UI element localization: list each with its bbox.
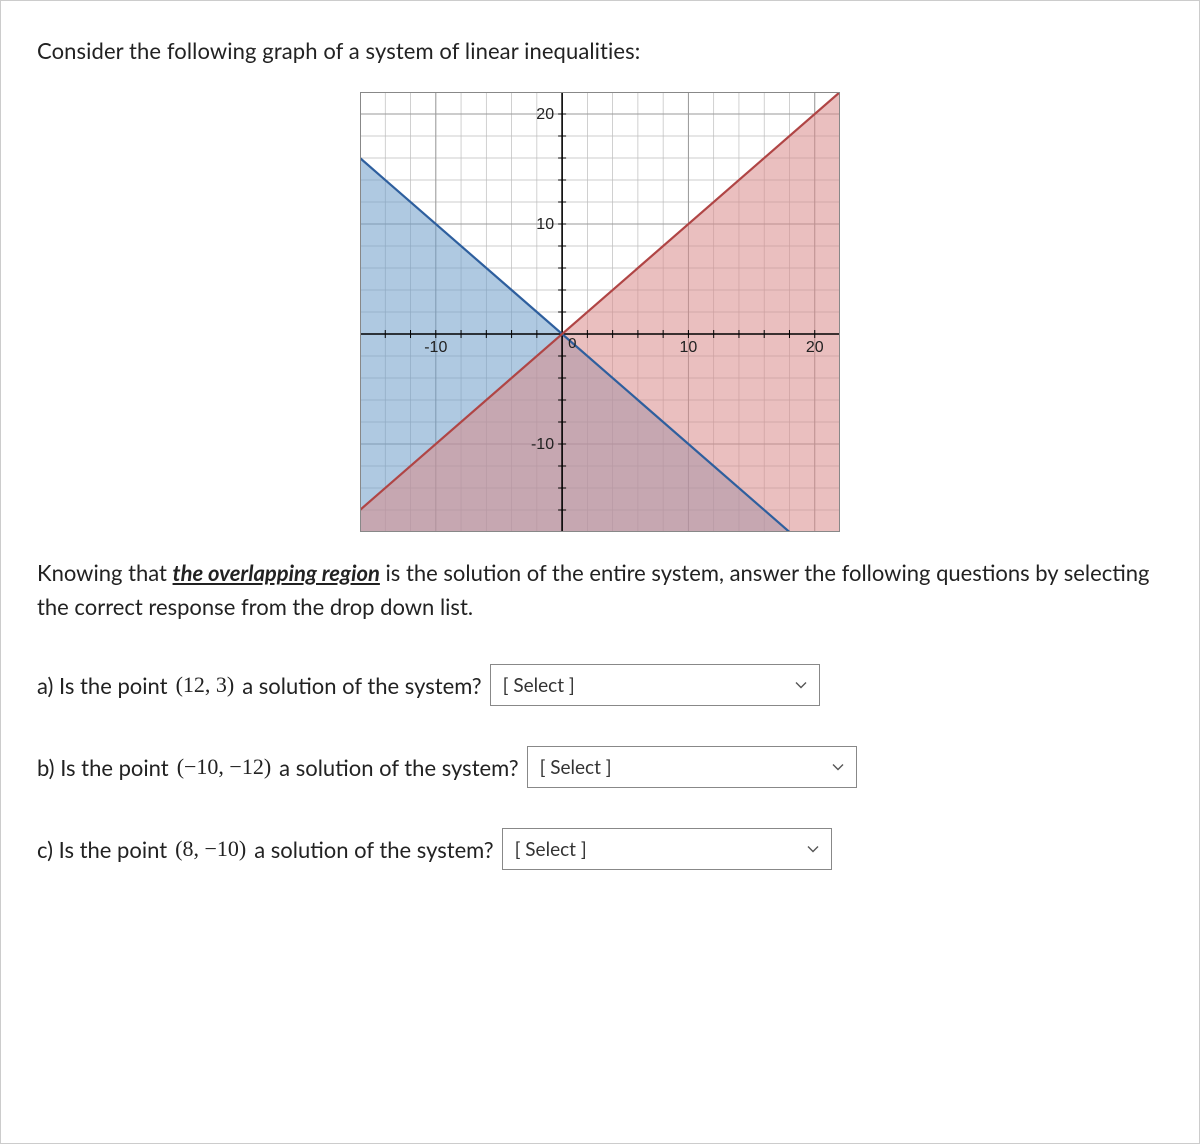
question-c-post: a solution of the system? bbox=[254, 836, 493, 863]
question-a-pre: a) Is the point bbox=[37, 672, 168, 699]
question-page: Consider the following graph of a system… bbox=[0, 0, 1200, 1144]
chart-svg: -10 0 10 20 -10 10 20 bbox=[360, 92, 840, 532]
question-c-point: (8, −10) bbox=[175, 836, 246, 862]
select-placeholder: [ Select ] bbox=[540, 756, 612, 779]
prompt-text: Consider the following graph of a system… bbox=[37, 37, 1163, 64]
chevron-down-icon bbox=[795, 679, 807, 691]
inequality-graph: -10 0 10 20 -10 10 20 bbox=[360, 92, 840, 536]
select-placeholder: [ Select ] bbox=[515, 838, 587, 861]
explain-pre: Knowing that bbox=[37, 559, 173, 586]
svg-text:10: 10 bbox=[536, 216, 554, 233]
question-b-row: b) Is the point (−10, −12) a solution of… bbox=[37, 746, 1163, 788]
question-c-select[interactable]: [ Select ] bbox=[502, 828, 832, 870]
select-placeholder: [ Select ] bbox=[503, 674, 575, 697]
question-a-post: a solution of the system? bbox=[242, 672, 481, 699]
svg-text:-10: -10 bbox=[424, 339, 447, 356]
question-b-post: a solution of the system? bbox=[279, 754, 518, 781]
question-b-point: (−10, −12) bbox=[177, 754, 271, 780]
question-c-row: c) Is the point (8, −10) a solution of t… bbox=[37, 828, 1163, 870]
explain-emphasis: the overlapping region bbox=[173, 559, 380, 586]
svg-text:20: 20 bbox=[536, 106, 554, 123]
question-b-pre: b) Is the point bbox=[37, 754, 169, 781]
svg-text:0: 0 bbox=[568, 335, 576, 352]
svg-text:10: 10 bbox=[680, 339, 698, 356]
question-c-pre: c) Is the point bbox=[37, 836, 167, 863]
question-a-row: a) Is the point (12, 3) a solution of th… bbox=[37, 664, 1163, 706]
chart-wrap: -10 0 10 20 -10 10 20 bbox=[37, 92, 1163, 536]
explanation-text: Knowing that the overlapping region is t… bbox=[37, 556, 1163, 624]
question-a-point: (12, 3) bbox=[176, 672, 235, 698]
svg-text:20: 20 bbox=[806, 339, 824, 356]
chevron-down-icon bbox=[807, 843, 819, 855]
question-a-select[interactable]: [ Select ] bbox=[490, 664, 820, 706]
question-b-select[interactable]: [ Select ] bbox=[527, 746, 857, 788]
chevron-down-icon bbox=[832, 761, 844, 773]
svg-text:-10: -10 bbox=[531, 436, 554, 453]
